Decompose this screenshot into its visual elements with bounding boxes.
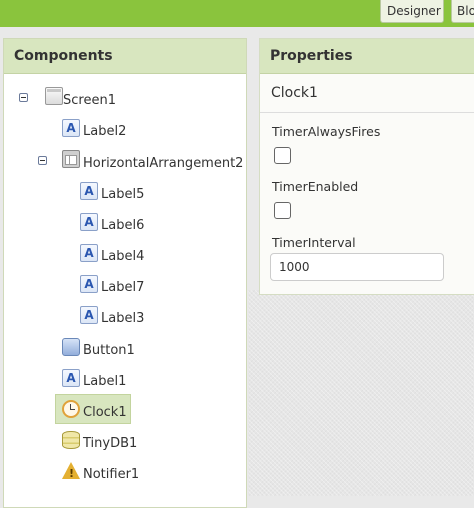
- database-icon: [62, 431, 80, 449]
- properties-panel: Properties Clock1 TimerAlwaysFires Timer…: [259, 38, 474, 295]
- timer-enabled-checkbox[interactable]: [274, 202, 291, 219]
- label-icon: A: [80, 275, 98, 293]
- timer-always-fires-checkbox[interactable]: [274, 147, 291, 164]
- tree-item-label: Clock1: [83, 405, 127, 420]
- clock-icon: [62, 400, 80, 418]
- timer-interval-label: TimerInterval: [272, 235, 356, 250]
- collapse-toggle-icon[interactable]: [19, 93, 28, 102]
- label-icon: A: [80, 182, 98, 200]
- tree-item-label: Button1: [83, 343, 135, 358]
- viewer-background: [248, 290, 474, 496]
- tree-item-button1[interactable]: Button1: [62, 337, 182, 359]
- tree-item-clock1[interactable]: Clock1: [62, 399, 132, 421]
- timer-enabled-label: TimerEnabled: [272, 179, 359, 194]
- tree-item-label: Label1: [83, 374, 127, 389]
- tree-item-label4[interactable]: A Label4: [80, 243, 190, 265]
- label-icon: A: [80, 213, 98, 231]
- tree-item-label: Label6: [101, 218, 145, 233]
- tree-item-horizontalarrangement2[interactable]: HorizontalArrangement2: [36, 150, 244, 172]
- timer-interval-input[interactable]: [270, 253, 444, 281]
- tree-item-tinydb1[interactable]: TinyDB1: [62, 430, 182, 452]
- label-icon: A: [80, 244, 98, 262]
- tree-item-label2[interactable]: A Label2: [62, 118, 182, 140]
- components-panel: Components Screen1 A Label2 HorizontalAr…: [3, 38, 247, 508]
- tree-item-label: Label3: [101, 311, 145, 326]
- tree-item-notifier1[interactable]: ! Notifier1: [62, 461, 182, 483]
- tree-item-label: HorizontalArrangement2: [83, 156, 244, 171]
- tree-item-label: Label2: [83, 124, 127, 139]
- tree-item-label: TinyDB1: [83, 436, 138, 451]
- tree-item-label7[interactable]: A Label7: [80, 274, 190, 296]
- tree-item-label3[interactable]: A Label3: [80, 305, 190, 327]
- button-icon: [62, 338, 80, 356]
- designer-button[interactable]: Designer: [380, 0, 444, 23]
- warning-mark: !: [69, 467, 75, 480]
- components-title: Components: [4, 39, 246, 74]
- screen-icon: [45, 87, 63, 105]
- properties-title: Properties: [260, 39, 474, 74]
- top-toolbar: Designer Blocks: [0, 0, 474, 27]
- tree-item-label1[interactable]: A Label1: [62, 368, 182, 390]
- tree-item-label: Notifier1: [83, 467, 140, 482]
- horizontal-arrangement-icon: [62, 150, 80, 168]
- label-icon: A: [62, 369, 80, 387]
- tree-item-screen1[interactable]: Screen1: [17, 87, 217, 109]
- tree-item-label6[interactable]: A Label6: [80, 212, 190, 234]
- tree-item-label: Label7: [101, 280, 145, 295]
- tree-item-label5[interactable]: A Label5: [80, 181, 190, 203]
- tree-item-label: Screen1: [63, 93, 116, 108]
- properties-component-name: Clock1: [260, 74, 474, 113]
- blocks-button[interactable]: Blocks: [451, 0, 474, 23]
- collapse-toggle-icon[interactable]: [38, 156, 47, 165]
- timer-always-fires-label: TimerAlwaysFires: [272, 124, 381, 139]
- tree-item-label: Label5: [101, 187, 145, 202]
- label-icon: A: [62, 119, 80, 137]
- label-icon: A: [80, 306, 98, 324]
- tree-item-label: Label4: [101, 249, 145, 264]
